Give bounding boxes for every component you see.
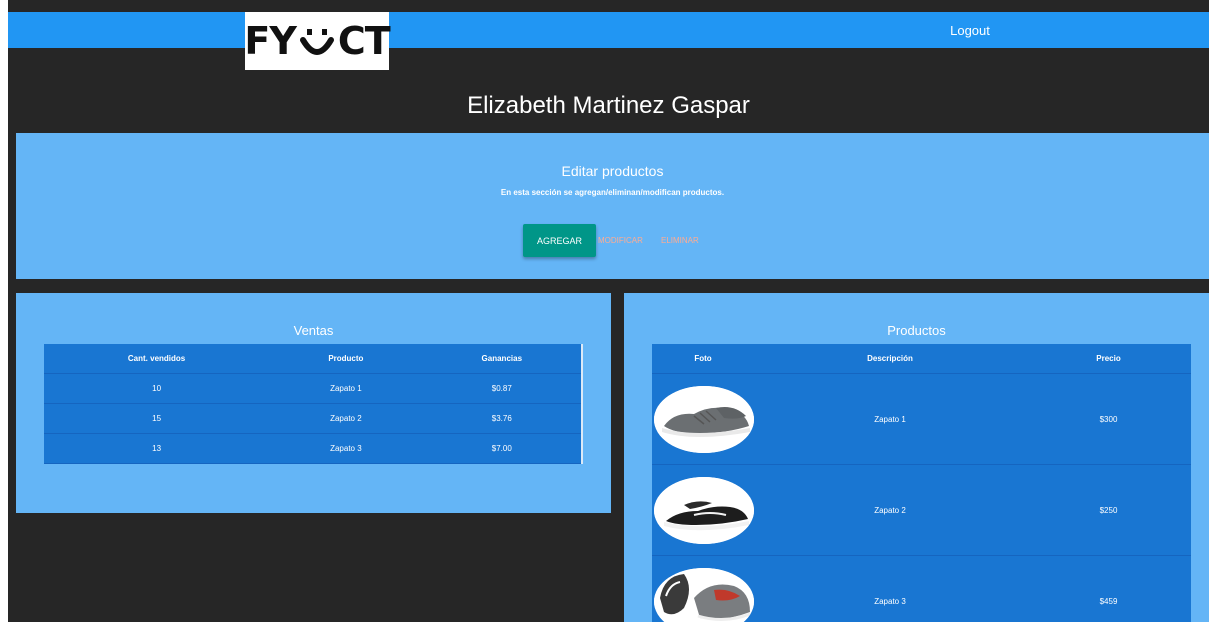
quantity-cell: 13 xyxy=(152,444,162,453)
column-header-photo[interactable]: Foto xyxy=(652,344,754,373)
description-cell: Zapato 3 xyxy=(874,596,906,606)
table-row[interactable]: Zapato 3 $459 xyxy=(652,556,1191,622)
table-row[interactable]: 13 Zapato 3 $7.00 xyxy=(44,434,581,464)
add-product-button[interactable]: AGREGAR xyxy=(523,224,596,257)
earnings-cell: $0.87 xyxy=(491,384,512,393)
products-title: Productos xyxy=(887,323,946,338)
price-cell: $300 xyxy=(1099,414,1118,424)
sales-table-header: Cant. vendidos Producto Ganancias xyxy=(44,344,581,374)
table-row[interactable]: 15 Zapato 2 $3.76 xyxy=(44,404,581,434)
red-gray-sneaker-image[interactable] xyxy=(654,567,754,622)
earnings-cell: $3.76 xyxy=(491,414,512,423)
product-cell: Zapato 1 xyxy=(330,384,362,393)
sales-panel: Ventas Cant. vendidos Producto Ganancias… xyxy=(16,293,611,513)
sales-table: Cant. vendidos Producto Ganancias 10 Zap… xyxy=(44,344,583,464)
quantity-cell: 10 xyxy=(152,384,162,393)
description-cell: Zapato 2 xyxy=(874,505,906,515)
modify-product-button[interactable]: MODIFICAR xyxy=(598,224,643,257)
price-cell: $250 xyxy=(1099,505,1118,515)
column-header-description[interactable]: Descripción xyxy=(754,344,1026,373)
logout-link[interactable]: Logout xyxy=(930,12,1010,48)
table-row[interactable]: Zapato 1 $300 xyxy=(652,374,1191,465)
price-cell: $459 xyxy=(1099,596,1118,606)
products-table-header: Foto Descripción Precio xyxy=(652,344,1191,374)
products-panel: Productos Foto Descripción Precio Zapato… xyxy=(624,293,1209,622)
smiley-icon xyxy=(298,20,336,62)
table-row[interactable]: 10 Zapato 1 $0.87 xyxy=(44,374,581,404)
black-sneaker-image[interactable] xyxy=(654,476,754,544)
earnings-cell: $7.00 xyxy=(491,444,512,453)
photo-cell xyxy=(652,465,754,555)
table-row[interactable]: Zapato 2 $250 xyxy=(652,465,1191,556)
description-cell: Zapato 1 xyxy=(874,414,906,424)
logo-text-right: CT xyxy=(337,19,391,63)
product-cell: Zapato 2 xyxy=(330,414,362,423)
column-header-earnings[interactable]: Ganancias xyxy=(423,344,581,373)
column-header-product[interactable]: Producto xyxy=(269,344,422,373)
edit-products-description: En esta sección se agregan/eliminan/modi… xyxy=(500,188,725,197)
user-name-heading: Elizabeth Martinez Gaspar xyxy=(467,92,750,119)
column-header-price[interactable]: Precio xyxy=(1026,344,1191,373)
photo-cell xyxy=(652,374,754,464)
photo-cell xyxy=(652,556,754,622)
column-header-quantity[interactable]: Cant. vendidos xyxy=(44,344,269,373)
brand-logo[interactable]: FY CT xyxy=(244,12,391,70)
edit-products-panel: Editar productos En esta sección se agre… xyxy=(16,133,1209,279)
window-edge xyxy=(0,0,8,622)
delete-product-button[interactable]: ELIMINAR xyxy=(661,224,699,257)
quantity-cell: 15 xyxy=(152,414,162,423)
product-cell: Zapato 3 xyxy=(330,444,362,453)
products-table: Foto Descripción Precio Zapato 1 $300 Za… xyxy=(652,344,1191,622)
top-navbar xyxy=(8,12,1209,48)
sales-title: Ventas xyxy=(293,323,334,338)
logo-text-left: FY xyxy=(244,19,296,63)
gray-sneaker-image[interactable] xyxy=(654,385,754,453)
edit-products-title: Editar productos xyxy=(561,163,664,179)
